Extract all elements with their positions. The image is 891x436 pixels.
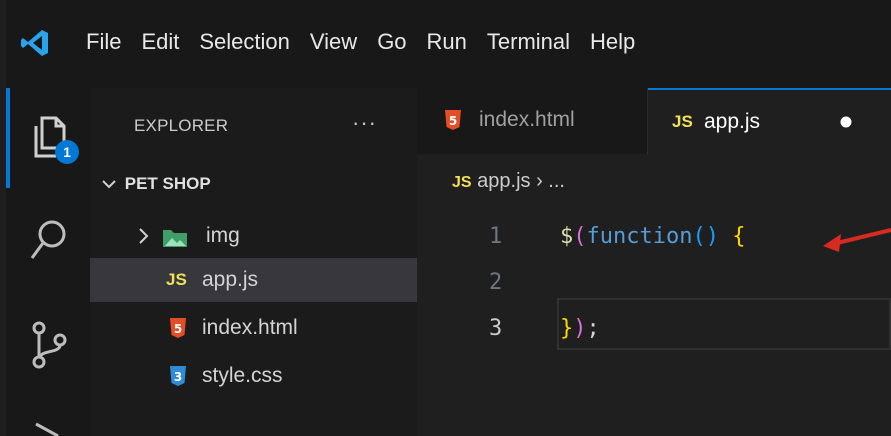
tab-app-js[interactable]: JS app.js <box>648 88 891 156</box>
html-icon: 5 <box>170 318 186 338</box>
menu-selection[interactable]: Selection <box>199 29 290 55</box>
tree-item-label: img <box>206 224 240 247</box>
tree-item-label: style.css <box>202 364 283 387</box>
tree-item-label: index.html <box>202 316 298 339</box>
token-brace: } <box>560 316 574 341</box>
tree-item-label: app.js <box>202 268 259 291</box>
js-icon: JS <box>452 174 472 191</box>
editor-tabs: 5 index.html JS app.js <box>417 88 891 156</box>
token-args: () <box>692 224 719 249</box>
explorer-badge: 1 <box>55 140 79 164</box>
explorer-sidebar: EXPLORER ··· PET SHOP img JS app.js 5 in… <box>90 88 417 436</box>
line-number: 2 <box>489 270 503 295</box>
run-debug-icon[interactable] <box>32 422 62 436</box>
chevron-down-icon <box>102 174 120 194</box>
html-icon: 5 <box>445 110 461 130</box>
current-line-highlight <box>557 298 891 350</box>
unsaved-dot-icon[interactable] <box>840 116 852 128</box>
svg-text:5: 5 <box>449 114 457 128</box>
menu-bar: File Edit Selection View Go Run Terminal… <box>86 29 655 55</box>
tree-item-app-js[interactable]: JS app.js <box>90 258 417 302</box>
tab-index-html[interactable]: 5 index.html <box>417 88 648 154</box>
breadcrumb-file: app.js <box>477 170 531 192</box>
menu-terminal[interactable]: Terminal <box>487 29 570 55</box>
token-semicolon: ; <box>586 316 600 341</box>
vscode-logo-icon <box>21 30 48 56</box>
project-section-header[interactable]: PET SHOP <box>102 174 211 194</box>
tree-item-style-css[interactable]: 3 style.css <box>90 354 417 398</box>
token-keyword: function <box>586 224 693 249</box>
token-dollar: $ <box>560 224 574 249</box>
explorer-title: EXPLORER <box>134 116 229 135</box>
token-paren: ( <box>573 224 587 249</box>
menu-view[interactable]: View <box>310 29 357 55</box>
red-arrow-annotation <box>823 228 891 252</box>
menu-run[interactable]: Run <box>427 29 467 55</box>
chevron-right-icon <box>139 228 149 244</box>
js-icon: JS <box>166 270 187 289</box>
menu-file[interactable]: File <box>86 29 121 55</box>
active-indicator <box>6 88 10 188</box>
more-actions-button[interactable]: ··· <box>352 110 377 136</box>
tab-label: index.html <box>479 108 575 131</box>
project-name: PET SHOP <box>124 174 211 193</box>
source-control-icon[interactable] <box>30 320 70 370</box>
folder-image-icon <box>163 230 187 247</box>
code-line-1: $(function() { <box>560 224 745 249</box>
line-number: 3 <box>489 316 503 341</box>
vscode-window: File Edit Selection View Go Run Terminal… <box>6 0 891 436</box>
svg-text:3: 3 <box>174 370 182 384</box>
token-paren: ) <box>573 316 587 341</box>
code-editor[interactable]: 1 2 3 $(function() { }); <box>417 200 891 436</box>
activity-bar: 1 <box>6 88 90 436</box>
tree-item-img-folder[interactable]: img <box>90 214 417 258</box>
tree-item-index-html[interactable]: 5 index.html <box>90 306 417 350</box>
search-icon[interactable] <box>28 218 68 262</box>
title-bar: File Edit Selection View Go Run Terminal… <box>6 0 891 88</box>
breadcrumb-rest: › ... <box>536 170 565 192</box>
svg-text:5: 5 <box>174 322 182 336</box>
token-brace: { <box>718 224 746 249</box>
code-line-3: }); <box>560 316 600 341</box>
menu-edit[interactable]: Edit <box>141 29 179 55</box>
tab-label: app.js <box>704 110 761 133</box>
breadcrumb[interactable]: JS app.js › ... <box>452 170 565 193</box>
css-icon: 3 <box>170 366 186 386</box>
menu-help[interactable]: Help <box>590 29 635 55</box>
menu-go[interactable]: Go <box>377 29 406 55</box>
line-number: 1 <box>489 224 503 249</box>
js-icon: JS <box>672 112 693 131</box>
